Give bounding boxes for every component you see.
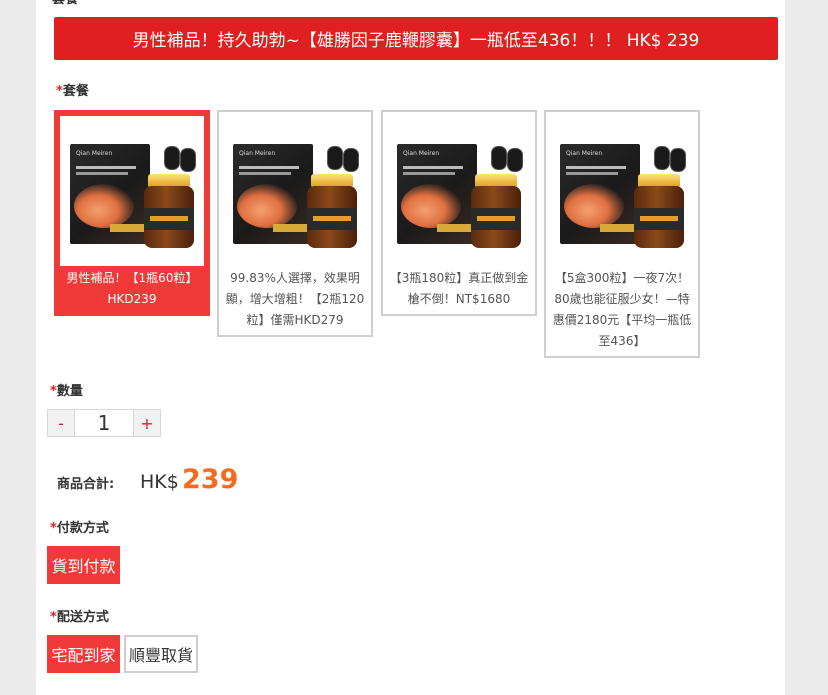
package-caption: 【3瓶180粒】真正做到金槍不倒！NT$1680 xyxy=(389,271,529,306)
product-image: Qian Meiren xyxy=(387,116,531,266)
box-brand-text: Qian Meiren xyxy=(239,150,276,157)
package-section-label: *套餐 xyxy=(56,80,89,99)
capsule-icon xyxy=(343,148,359,172)
package-label-text: 套餐 xyxy=(62,84,89,99)
payment-section-label: *付款方式 xyxy=(50,517,109,536)
quantity-label-text: 數量 xyxy=(56,384,83,399)
capsule-icon xyxy=(507,148,523,172)
capsule-icon xyxy=(180,148,196,172)
product-bottle xyxy=(634,186,684,248)
product-image: Qian Meiren xyxy=(60,116,204,266)
package-option-1[interactable]: Qian Meiren 男性補品！【1瓶60粒】HKD239 xyxy=(54,110,210,316)
quantity-increase-button[interactable]: + xyxy=(133,410,160,436)
product-box: Qian Meiren xyxy=(70,144,150,244)
delivery-section-label: *配送方式 xyxy=(50,606,109,625)
product-box: Qian Meiren xyxy=(233,144,313,244)
product-bottle xyxy=(471,186,521,248)
promo-banner: 男性補品！持久助勃~【雄勝因子鹿鞭膠囊】一瓶低至436！！！ HK$ 239 xyxy=(54,17,778,60)
package-option-4[interactable]: Qian Meiren 【5盒300粒】一夜7次！80歲也能征服少女！—特惠價2… xyxy=(544,110,700,358)
quantity-decrease-button[interactable]: - xyxy=(48,410,75,436)
product-bottle xyxy=(144,186,194,248)
payment-label-text: 付款方式 xyxy=(56,521,109,536)
delivery-option-sf-pickup[interactable]: 順豐取貨 xyxy=(124,635,198,673)
package-option-2[interactable]: Qian Meiren 99.83%人選擇，效果明顯，增大增粗！【2瓶120粒】… xyxy=(217,110,373,337)
required-mark: * xyxy=(56,84,63,99)
box-brand-text: Qian Meiren xyxy=(76,150,113,157)
required-mark: * xyxy=(50,384,57,399)
capsule-icon xyxy=(164,146,180,170)
capsule-icon xyxy=(654,146,670,170)
package-option-3[interactable]: Qian Meiren 【3瓶180粒】真正做到金槍不倒！NT$1680 xyxy=(381,110,537,316)
capsule-icon xyxy=(670,148,686,172)
total-label: 商品合計: xyxy=(57,477,115,492)
delivery-label-text: 配送方式 xyxy=(56,610,109,625)
box-brand-text: Qian Meiren xyxy=(566,150,603,157)
capsule-icon xyxy=(491,146,507,170)
total-amount: 239 xyxy=(182,464,239,495)
package-caption: 男性補品！【1瓶60粒】HKD239 xyxy=(66,271,198,306)
product-box: Qian Meiren xyxy=(397,144,477,244)
product-bottle xyxy=(307,186,357,248)
package-caption: 【5盒300粒】一夜7次！80歲也能征服少女！—特惠價2180元【平均一瓶低至4… xyxy=(552,271,692,348)
quantity-section-label: *數量 xyxy=(50,380,83,399)
package-caption: 99.83%人選擇，效果明顯，增大增粗！【2瓶120粒】僅需HKD279 xyxy=(225,271,365,327)
product-box: Qian Meiren xyxy=(560,144,640,244)
quantity-stepper: - 1 + xyxy=(47,409,161,437)
required-mark: * xyxy=(50,610,57,625)
product-image: Qian Meiren xyxy=(550,116,694,266)
total-currency: HK$ xyxy=(140,471,179,493)
capsule-icon xyxy=(327,146,343,170)
delivery-option-home[interactable]: 宅配到家 xyxy=(47,635,120,673)
quantity-value[interactable]: 1 xyxy=(75,410,133,436)
payment-option-cod[interactable]: 貨到付款 xyxy=(47,546,120,584)
required-mark: * xyxy=(50,521,57,536)
product-image: Qian Meiren xyxy=(223,116,367,266)
top-section-label: 套餐 xyxy=(52,0,78,7)
box-brand-text: Qian Meiren xyxy=(403,150,440,157)
